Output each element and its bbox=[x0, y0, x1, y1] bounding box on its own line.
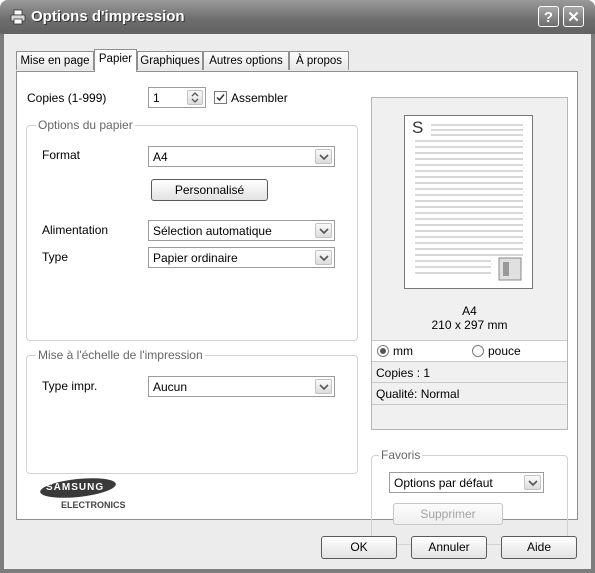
title-bar[interactable]: Options d'impression ? ✕ bbox=[0, 0, 595, 34]
window-title: Options d'impression bbox=[31, 8, 185, 25]
source-dropdown-arrow[interactable] bbox=[315, 223, 332, 238]
units-row: mm pouce bbox=[372, 340, 567, 361]
dialog-client: Mise en page Papier Graphiques Autres op… bbox=[4, 34, 591, 569]
papier-panel: Copies (1-999) 1 Assembler Options du pa… bbox=[16, 71, 578, 545]
format-dropdown-arrow[interactable] bbox=[315, 149, 332, 164]
unit-mm-radio[interactable] bbox=[377, 345, 389, 357]
print-type-dropdown[interactable]: Aucun bbox=[148, 376, 335, 397]
source-label: Alimentation bbox=[42, 223, 109, 237]
paper-options-title: Options du papier bbox=[36, 118, 135, 132]
tab-autres-options[interactable]: Autres options bbox=[203, 51, 289, 70]
printer-icon bbox=[10, 9, 26, 25]
page-lines-icon bbox=[415, 124, 523, 281]
source-dropdown[interactable]: Sélection automatique bbox=[148, 220, 335, 241]
close-window-button[interactable]: ✕ bbox=[563, 6, 584, 27]
preview-pane: S A4 210 x 297 mm mm pouce Copies: 1 Qu… bbox=[371, 97, 568, 430]
paper-name: A4 bbox=[462, 304, 477, 318]
chevron-down-icon bbox=[319, 228, 329, 235]
unit-inch-radio[interactable] bbox=[472, 345, 484, 357]
delete-favorite-button[interactable]: Supprimer bbox=[393, 503, 503, 525]
checkmark-icon bbox=[216, 94, 225, 102]
source-value: Sélection automatique bbox=[153, 224, 272, 238]
chevron-down-icon bbox=[319, 154, 329, 161]
spin-arrows-icon bbox=[191, 92, 199, 103]
tab-mise-en-page[interactable]: Mise en page bbox=[16, 51, 94, 70]
type-label: Type bbox=[42, 250, 69, 264]
copies-value: 1 bbox=[153, 91, 160, 105]
print-type-dropdown-arrow[interactable] bbox=[315, 379, 332, 394]
favorites-value: Options par défaut bbox=[394, 476, 493, 490]
scaling-group bbox=[26, 355, 358, 474]
copies-spinner[interactable]: 1 bbox=[148, 87, 206, 108]
cancel-button[interactable]: Annuler bbox=[411, 536, 487, 559]
collate-label: Assembler bbox=[231, 91, 288, 105]
samsung-sub-text: ELECTRONICS bbox=[61, 500, 126, 510]
scaling-title: Mise à l'échelle de l'impression bbox=[36, 348, 205, 362]
print-options-window: Options d'impression ? ✕ Mise en page Pa… bbox=[0, 0, 595, 573]
copies-spin-arrows[interactable] bbox=[187, 90, 203, 105]
paper-dimensions: 210 x 297 mm bbox=[431, 318, 508, 332]
quality-info: Qualité: Normal bbox=[376, 387, 460, 401]
format-dropdown[interactable]: A4 bbox=[148, 146, 335, 167]
tab-a-propos[interactable]: À propos bbox=[289, 51, 349, 70]
help-button[interactable]: Aide bbox=[501, 536, 577, 559]
favorites-title: Favoris bbox=[379, 448, 423, 462]
favorites-dropdown[interactable]: Options par défaut bbox=[389, 472, 544, 493]
tab-papier[interactable]: Papier bbox=[94, 49, 137, 72]
custom-size-button[interactable]: Personnalisé bbox=[151, 179, 268, 201]
ok-button[interactable]: OK bbox=[321, 536, 397, 559]
copies-info-row: Copies : 1 bbox=[372, 361, 567, 383]
unit-mm-label: mm bbox=[393, 344, 413, 358]
favorites-dropdown-arrow[interactable] bbox=[524, 475, 541, 490]
format-value: A4 bbox=[153, 150, 168, 164]
chevron-down-icon bbox=[319, 384, 329, 391]
samsung-logo: SAMSUNG ELECTRONICS bbox=[39, 478, 129, 512]
copies-label: Copies (1-999) bbox=[27, 91, 107, 105]
page-preview: S bbox=[404, 115, 533, 289]
copies-info: Copies : 1 bbox=[376, 366, 431, 380]
format-label: Format bbox=[42, 148, 81, 162]
help-title-button[interactable]: ? bbox=[538, 6, 559, 27]
favorites-group bbox=[371, 455, 568, 545]
chevron-down-icon bbox=[528, 480, 538, 487]
paper-type-dropdown[interactable]: Papier ordinaire bbox=[148, 247, 335, 268]
paper-type-value: Papier ordinaire bbox=[153, 251, 238, 265]
collate-checkbox[interactable] bbox=[214, 91, 227, 104]
print-type-label: Type impr. bbox=[42, 379, 98, 393]
paper-type-dropdown-arrow[interactable] bbox=[315, 250, 332, 265]
chevron-down-icon bbox=[319, 255, 329, 262]
print-type-value: Aucun bbox=[153, 380, 188, 394]
unit-inch-label: pouce bbox=[488, 344, 521, 358]
samsung-brand-text: SAMSUNG bbox=[46, 482, 105, 493]
tab-graphiques[interactable]: Graphiques bbox=[137, 51, 203, 70]
quality-info-row: Qualité: Normal bbox=[372, 382, 567, 405]
